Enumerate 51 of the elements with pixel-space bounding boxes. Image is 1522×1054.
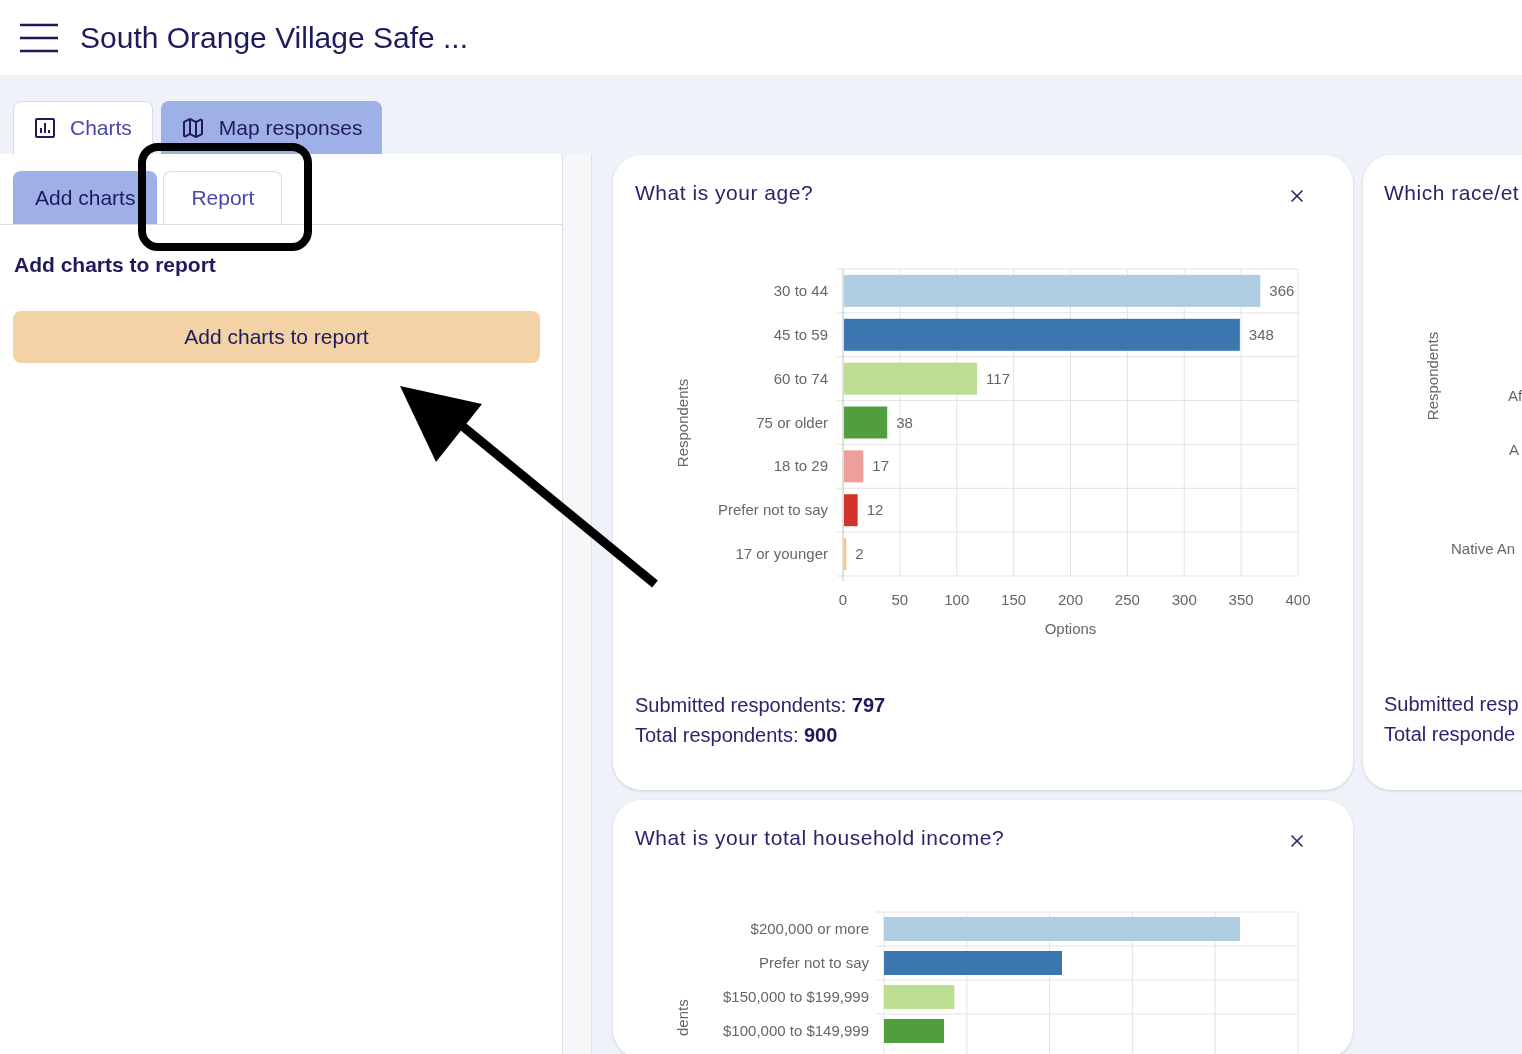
category-label: 75 or older [756, 413, 828, 430]
axis-title: Respondents [674, 378, 691, 467]
respondent-count: Submitted resp [1384, 691, 1520, 717]
tick-label: 150 [1001, 590, 1027, 608]
add-charts-button[interactable]: Add charts to report [13, 310, 540, 363]
bar-chart-icon [34, 117, 56, 139]
value-label: 348 [1248, 325, 1274, 343]
tab[interactable]: Add charts [13, 171, 158, 224]
card-title: What is your age? [635, 180, 814, 206]
category-label: Native An [1451, 539, 1516, 557]
respondent-count: Total respondents: 900 [635, 722, 839, 748]
tab[interactable]: Map responses [160, 101, 383, 154]
tick-label: 0 [838, 590, 848, 608]
section-heading: Add charts to report [14, 252, 217, 278]
tick-label: 100 [944, 590, 970, 608]
category-label: 60 to 74 [773, 369, 828, 387]
menu-icon[interactable] [20, 22, 58, 53]
category-label: $150,000 to $199,999 [723, 988, 869, 1005]
axis-title: dents [674, 999, 691, 1036]
category-label: 45 to 59 [773, 325, 828, 343]
respondent-count: Total responde [1384, 721, 1517, 747]
value-label: 117 [986, 369, 1010, 387]
category-label: Af [1508, 386, 1522, 404]
category-label: $200,000 or more [750, 920, 869, 937]
tick-label: 50 [891, 590, 909, 608]
axis-title: Respondents [1424, 331, 1441, 420]
category-label: A [1509, 440, 1519, 458]
tab[interactable]: Charts [13, 101, 153, 154]
tick-label: 350 [1228, 590, 1254, 608]
category-label: 30 to 44 [773, 281, 828, 299]
respondent-count: Submitted respondents: 797 [635, 692, 887, 718]
value-label: 12 [866, 500, 884, 518]
axis-title: Options [1044, 619, 1097, 637]
value-label: 38 [896, 413, 913, 430]
category-label: 18 to 29 [773, 456, 828, 474]
category-label: $100,000 to $149,999 [723, 1022, 869, 1039]
tick-label: 300 [1171, 590, 1197, 608]
tick-label: 400 [1285, 590, 1311, 608]
tick-label: 200 [1058, 590, 1083, 608]
tab[interactable]: Report [163, 171, 283, 224]
category-label: Prefer not to say [758, 954, 869, 971]
page-title: South Orange Village Safe ... [80, 20, 469, 56]
category-label: 17 or younger [735, 544, 828, 562]
tick-label: 250 [1114, 590, 1140, 608]
card-title: What is your total household income? [635, 824, 1005, 851]
card-title: Which race/et [1383, 180, 1521, 206]
value-label: 366 [1269, 281, 1295, 299]
map-icon [180, 115, 205, 140]
value-label: 17 [872, 456, 890, 474]
category-label: Prefer not to say [717, 500, 828, 518]
value-label: 2 [855, 544, 864, 562]
